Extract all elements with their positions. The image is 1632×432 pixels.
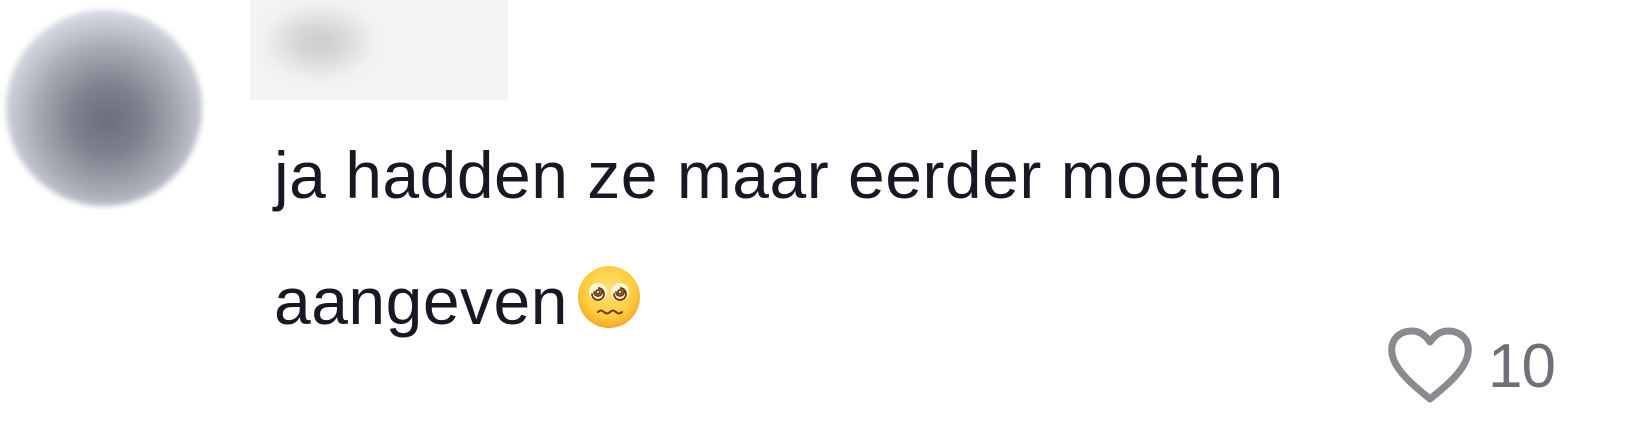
heart-icon[interactable] <box>1386 327 1474 405</box>
comment-item: ja hadden ze maar eerder moeten aangeven… <box>0 0 1632 432</box>
username-blurred[interactable] <box>250 0 508 100</box>
like-button[interactable]: 10 <box>1386 326 1556 406</box>
like-count: 10 <box>1488 331 1556 401</box>
comment-text-block: ja hadden ze maar eerder moeten aangeven <box>274 112 1384 364</box>
username-redaction <box>264 6 374 78</box>
face-with-spiral-eyes-icon <box>577 266 640 328</box>
avatar[interactable] <box>6 10 202 206</box>
comment-text: ja hadden ze maar eerder moeten aangeven <box>274 138 1284 338</box>
